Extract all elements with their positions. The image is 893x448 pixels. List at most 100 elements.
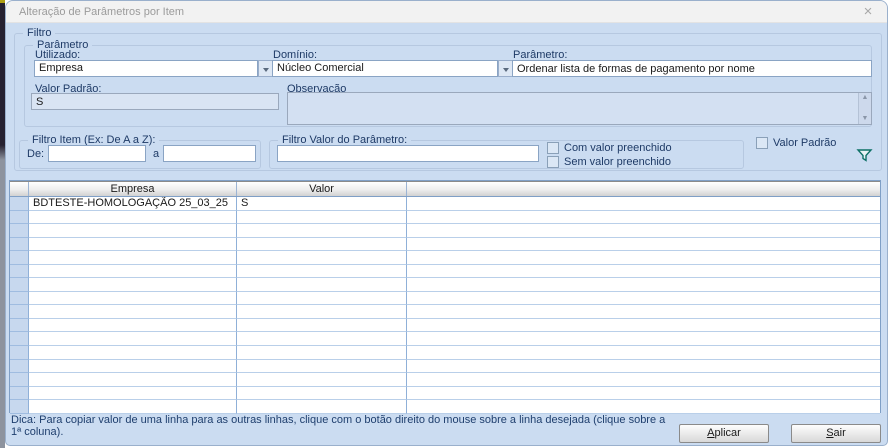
row-selector-cell[interactable]	[10, 237, 29, 252]
table-row[interactable]	[10, 400, 880, 414]
row-selector-cell[interactable]	[10, 386, 29, 401]
table-cell[interactable]	[29, 318, 237, 333]
exit-button[interactable]: Sair	[791, 424, 881, 443]
table-cell[interactable]	[237, 251, 407, 265]
table-row[interactable]	[10, 264, 880, 279]
table-cell[interactable]	[237, 386, 407, 401]
table-cell[interactable]	[29, 210, 237, 225]
row-selector-cell[interactable]	[10, 400, 29, 414]
table-cell[interactable]	[407, 359, 880, 374]
table-cell[interactable]	[407, 251, 880, 265]
row-selector-cell[interactable]	[10, 346, 29, 360]
utilizado-dropdown-button[interactable]	[258, 60, 273, 77]
titlebar[interactable]: Alteração de Parâmetros por Item ×	[6, 1, 887, 23]
table-header-empresa[interactable]: Empresa	[29, 182, 237, 196]
table-cell[interactable]	[237, 278, 407, 292]
table-cell[interactable]	[237, 346, 407, 360]
table-row[interactable]	[10, 251, 880, 265]
row-selector-cell[interactable]	[10, 197, 29, 211]
row-selector-cell[interactable]	[10, 251, 29, 265]
table-cell[interactable]	[407, 373, 880, 387]
com-valor-preenchido-checkbox[interactable]	[547, 142, 559, 154]
table-cell[interactable]	[407, 278, 880, 292]
table-row[interactable]	[10, 332, 880, 347]
table-header-valor[interactable]: Valor	[237, 182, 407, 196]
table-cell[interactable]	[29, 224, 237, 238]
row-selector-cell[interactable]	[10, 305, 29, 319]
table-cell[interactable]	[407, 264, 880, 279]
row-selector-cell[interactable]	[10, 373, 29, 387]
row-selector-cell[interactable]	[10, 332, 29, 347]
observacao-textarea[interactable]: ▲ ▼	[287, 92, 872, 125]
table-row[interactable]	[10, 386, 880, 401]
table-row[interactable]: BDTESTE-HOMOLOGAÇÃO 25_03_25 S	[10, 197, 880, 211]
table-cell[interactable]	[237, 210, 407, 225]
row-selector-cell[interactable]	[10, 264, 29, 279]
table-cell[interactable]	[407, 197, 880, 211]
table-cell[interactable]	[29, 251, 237, 265]
table-cell[interactable]	[29, 346, 237, 360]
scroll-down-icon[interactable]: ▼	[862, 114, 869, 124]
table-cell[interactable]	[407, 386, 880, 401]
table-cell[interactable]	[407, 400, 880, 414]
table-cell[interactable]: BDTESTE-HOMOLOGAÇÃO 25_03_25	[29, 197, 237, 211]
table-cell[interactable]	[29, 237, 237, 252]
table-row[interactable]	[10, 318, 880, 333]
table-row[interactable]	[10, 305, 880, 319]
filtro-item-de-input[interactable]	[48, 145, 146, 162]
sem-valor-preenchido-checkbox[interactable]	[547, 156, 559, 168]
table-cell[interactable]	[237, 318, 407, 333]
row-selector-cell[interactable]	[10, 359, 29, 374]
row-selector-cell[interactable]	[10, 291, 29, 306]
dominio-value[interactable]: Núcleo Comercial	[272, 60, 498, 77]
table-row[interactable]	[10, 210, 880, 225]
parameters-table[interactable]: Empresa Valor BDTESTE-HOMOLOGAÇÃO 25_03_…	[9, 180, 881, 414]
table-cell[interactable]	[29, 332, 237, 347]
row-selector-cell[interactable]	[10, 278, 29, 292]
table-cell[interactable]	[237, 237, 407, 252]
table-cell[interactable]	[237, 359, 407, 374]
observacao-scrollbar[interactable]: ▲ ▼	[858, 93, 871, 124]
table-cell[interactable]	[407, 332, 880, 347]
table-cell[interactable]	[237, 305, 407, 319]
table-cell[interactable]	[237, 224, 407, 238]
table-cell[interactable]: S	[237, 197, 407, 211]
table-cell[interactable]	[407, 224, 880, 238]
scroll-up-icon[interactable]: ▲	[862, 93, 869, 103]
table-cell[interactable]	[407, 318, 880, 333]
filter-funnel-icon[interactable]	[856, 147, 873, 164]
dominio-combo[interactable]: Núcleo Comercial	[272, 60, 513, 77]
table-cell[interactable]	[29, 264, 237, 279]
table-cell[interactable]	[29, 291, 237, 306]
table-row[interactable]	[10, 237, 880, 252]
table-cell[interactable]	[237, 291, 407, 306]
table-row[interactable]	[10, 291, 880, 306]
table-cell[interactable]	[407, 305, 880, 319]
table-cell[interactable]	[29, 278, 237, 292]
filtro-valor-input[interactable]	[277, 145, 539, 162]
table-cell[interactable]	[29, 373, 237, 387]
table-cell[interactable]	[407, 210, 880, 225]
table-cell[interactable]	[237, 264, 407, 279]
table-cell[interactable]	[29, 400, 237, 414]
table-cell[interactable]	[407, 291, 880, 306]
utilizado-value[interactable]: Empresa	[34, 60, 258, 77]
row-selector-cell[interactable]	[10, 210, 29, 225]
apply-button[interactable]: Aplicar	[679, 424, 769, 443]
table-cell[interactable]	[29, 359, 237, 374]
utilizado-combo[interactable]: Empresa	[34, 60, 273, 77]
table-row[interactable]	[10, 224, 880, 238]
table-cell[interactable]	[237, 373, 407, 387]
valor-padrao-checkbox[interactable]	[756, 137, 768, 149]
table-cell[interactable]	[407, 346, 880, 360]
table-cell[interactable]	[237, 332, 407, 347]
table-cell[interactable]	[237, 400, 407, 414]
row-selector-cell[interactable]	[10, 224, 29, 238]
table-row[interactable]	[10, 373, 880, 387]
dominio-dropdown-button[interactable]	[498, 60, 513, 77]
table-cell[interactable]	[29, 305, 237, 319]
table-row[interactable]	[10, 278, 880, 292]
row-selector-cell[interactable]	[10, 318, 29, 333]
parametro-input[interactable]	[512, 60, 872, 77]
close-icon[interactable]: ×	[859, 3, 877, 21]
